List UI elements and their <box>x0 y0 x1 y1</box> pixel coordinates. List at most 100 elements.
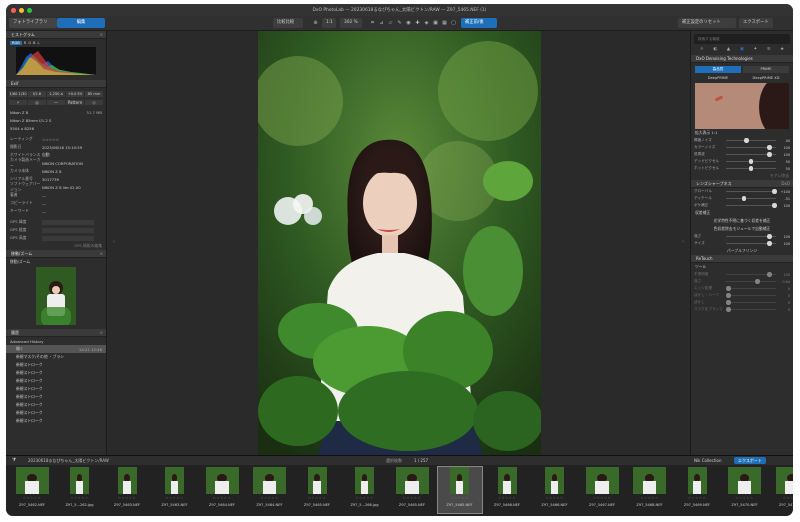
search-input[interactable]: 検索する機能 <box>694 34 790 44</box>
loupe-icon[interactable]: ▢ <box>450 19 457 27</box>
slider-row[interactable]: ぼかし 0 <box>691 299 793 306</box>
filmstrip-thumbnail[interactable]: ☆☆☆☆☆ Z97_5465.NEF <box>436 466 483 514</box>
denoise-header[interactable]: DxO Denoising Technologies <box>691 55 793 63</box>
zoom-percent-select[interactable]: 302 % <box>340 18 362 28</box>
slider-track[interactable] <box>726 196 776 201</box>
mask-icon[interactable]: ▣ <box>432 19 439 27</box>
filmstrip-thumbnail[interactable]: ☆☆☆☆☆ Z97_5468.NEF <box>628 467 672 513</box>
slider-knob[interactable] <box>767 152 772 157</box>
history-item[interactable]: 新規ストローク <box>6 417 106 425</box>
close-icon[interactable]: × <box>100 250 103 258</box>
slider-track[interactable] <box>726 279 776 284</box>
slider-row[interactable]: カラーノイズ 100 <box>691 144 793 151</box>
history-item[interactable]: 新規マスク/その他 ・ブラシ <box>6 353 106 361</box>
slider-knob[interactable] <box>767 272 772 277</box>
tab-photo-library[interactable]: フォトライブラリ <box>9 18 57 28</box>
favorites-icon[interactable]: ★ <box>780 47 784 55</box>
perspective-icon[interactable]: ▱ <box>387 19 394 27</box>
local-adjust-icon[interactable]: ◈ <box>423 19 430 27</box>
rating-stars[interactable]: ☆☆☆☆☆ <box>153 496 197 500</box>
rating-stars[interactable]: ☆☆☆☆☆ <box>10 496 54 500</box>
gps-field[interactable] <box>42 219 94 225</box>
filmstrip-thumbnail[interactable]: ☆☆☆☆☆ Z97_5...262.jpg <box>58 467 102 513</box>
filmstrip-thumbnail[interactable]: ☆☆☆☆☆ Z97_5466.NEF <box>533 467 577 513</box>
zoom-fit-button[interactable]: 1:1 <box>322 18 336 28</box>
before-after-button[interactable]: 補正前/後 <box>461 18 497 28</box>
channel-r[interactable]: R <box>24 41 27 45</box>
denoise-tab-prime[interactable]: PRIME <box>743 66 789 73</box>
slider-row[interactable]: 低周波 100 <box>691 151 793 158</box>
retouch-header[interactable]: ReTouch <box>691 255 793 263</box>
tab-edit[interactable]: 編集 <box>57 18 105 28</box>
slider-track[interactable] <box>726 307 776 312</box>
slider-knob[interactable] <box>767 241 772 246</box>
filmstrip-thumbnail[interactable]: ☆☆☆☆☆ Z97_5464.NEF <box>200 467 244 513</box>
slider-track[interactable] <box>726 189 777 194</box>
slider-row[interactable]: 強さ 100 <box>691 233 793 240</box>
slider-track[interactable] <box>726 138 776 143</box>
exif-header[interactable]: Exif <box>6 80 106 88</box>
close-icon[interactable]: × <box>100 31 103 39</box>
slider-knob[interactable] <box>772 189 777 194</box>
red-eye-icon[interactable]: ◉ <box>405 19 412 27</box>
collapse-right-icon[interactable]: › <box>682 239 684 245</box>
gps-edit-link[interactable]: GPS 情報の編集 <box>6 242 106 250</box>
color-icon[interactable]: ◐ <box>713 47 717 55</box>
compare-button[interactable]: 比較比較 <box>273 18 303 28</box>
image-viewer[interactable]: ‹ › <box>108 31 689 455</box>
nik-collection-button[interactable]: Nik Collection <box>694 456 721 465</box>
metadata-icon[interactable]: ≡ <box>767 47 771 55</box>
slider-knob[interactable] <box>726 300 731 305</box>
rating-stars[interactable]: ☆☆☆☆☆ <box>723 496 767 500</box>
rating-stars[interactable]: ☆☆☆☆☆ <box>248 496 292 500</box>
noise-preview[interactable] <box>695 83 789 129</box>
slider-track[interactable] <box>726 203 777 208</box>
rating-stars[interactable]: ☆☆☆☆☆ <box>58 496 102 500</box>
slider-row[interactable]: ボケ補正 100 <box>691 202 793 209</box>
slider-track[interactable] <box>726 145 776 150</box>
rating-stars[interactable]: ☆☆☆☆☆ <box>770 496 793 500</box>
slider-row[interactable]: グローバル +100 <box>691 188 793 195</box>
lens-sharpness-tab[interactable]: DxO <box>781 180 790 188</box>
filmstrip-thumbnail[interactable]: ☆☆☆☆☆ Z97_5463.NEF <box>153 467 197 513</box>
filmstrip-thumbnail[interactable]: ☆☆☆☆☆ Z97_5...266.jpg <box>343 467 387 513</box>
filmstrip-thumbnail[interactable]: ☆☆☆☆☆ Z97_5463.NEF <box>105 467 149 513</box>
slider-row[interactable]: 不透明度 100 <box>691 271 793 278</box>
slider-knob[interactable] <box>726 307 731 312</box>
rating-stars[interactable]: ☆☆☆☆☆ <box>485 496 529 500</box>
history-item[interactable]: 新規ストローク <box>6 361 106 369</box>
histogram-mode[interactable]: RGB <box>10 41 22 45</box>
geometry-icon[interactable]: ▣ <box>740 47 744 55</box>
slider-track[interactable] <box>726 300 776 305</box>
close-icon[interactable]: × <box>100 329 103 337</box>
rating-stars[interactable]: ☆☆☆☆☆ <box>580 496 624 500</box>
crop-icon[interactable]: ⌗ <box>369 19 376 27</box>
navigator-header[interactable]: 移動/ズーム × <box>6 250 106 258</box>
filter-icon[interactable]: ⧩ <box>12 456 16 465</box>
filmstrip-thumbnail[interactable]: ☆☆☆☆☆ Z97_5467.NEF <box>580 467 624 513</box>
history-item[interactable]: 新規ストローク <box>6 393 106 401</box>
filmstrip-thumbnail[interactable]: ☆☆☆☆☆ Z97_5464.NEF <box>248 467 292 513</box>
lens-sharpness-header[interactable]: レンズシャープネス DxO <box>691 180 793 188</box>
rating-stars[interactable]: ☆☆☆☆☆ <box>628 496 672 500</box>
history-item[interactable]: 開く 14:21 12:48 <box>6 345 106 353</box>
denoise-tab-hq[interactable]: 高品質 <box>695 66 741 73</box>
slider-row[interactable]: ぼかし・ハーフ 0 <box>691 292 793 299</box>
rating-stars[interactable]: ☆☆☆☆☆ <box>533 496 577 500</box>
slider-row[interactable]: デッドピクセル 50 <box>691 158 793 165</box>
history-item[interactable]: 新規ストローク <box>6 401 106 409</box>
slider-track[interactable] <box>726 272 776 277</box>
channel-g[interactable]: G <box>28 41 31 45</box>
slider-row[interactable]: マスクをブラシで 0 <box>691 306 793 313</box>
filmstrip-thumbnail[interactable]: ☆☆☆☆☆ Z97_5465.NEF <box>390 467 434 513</box>
navigator-thumbnail[interactable] <box>36 267 76 325</box>
histogram-header[interactable]: ヒストグラム × <box>6 31 106 39</box>
filmstrip-thumbnail[interactable]: ☆☆☆☆☆ Z97_5470.NEF <box>723 467 767 513</box>
slider-knob[interactable] <box>726 286 731 291</box>
rating-stars[interactable]: ☆☆☆☆☆ <box>105 496 149 500</box>
effects-icon[interactable]: ✦ <box>754 47 758 55</box>
slider-track[interactable] <box>726 293 776 298</box>
slider-knob[interactable] <box>767 234 772 239</box>
slider-track[interactable] <box>726 241 776 246</box>
history-header[interactable]: 履歴 × <box>6 329 106 337</box>
